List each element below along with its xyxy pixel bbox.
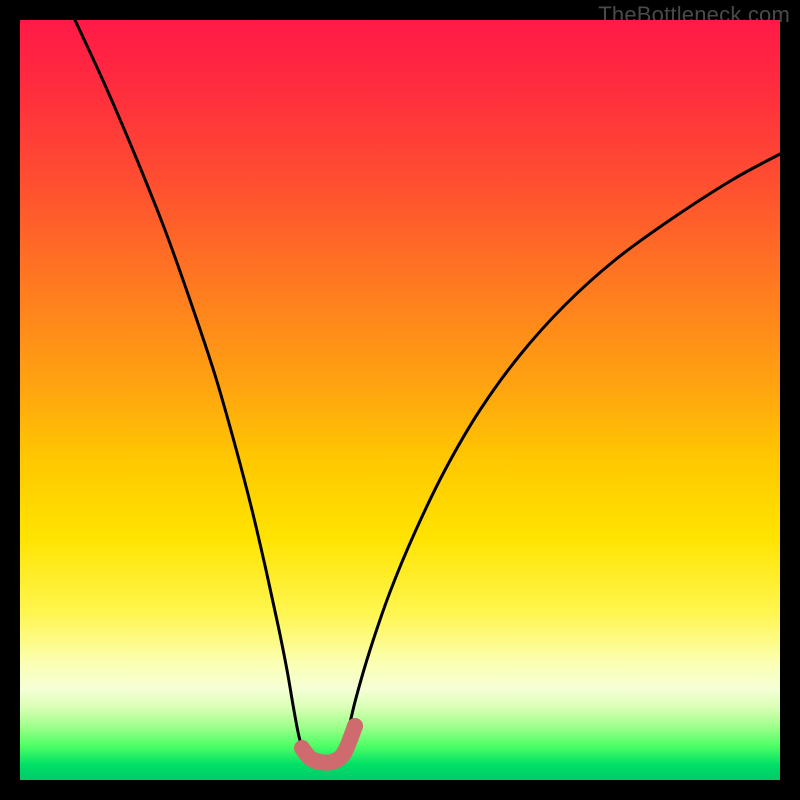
left-curve xyxy=(75,20,302,748)
highlight-valley-curve xyxy=(302,726,355,763)
chart-frame xyxy=(20,20,780,780)
highlight-end-dot xyxy=(347,718,363,734)
bottleneck-curve-plot xyxy=(20,20,780,780)
right-curve xyxy=(345,154,780,748)
